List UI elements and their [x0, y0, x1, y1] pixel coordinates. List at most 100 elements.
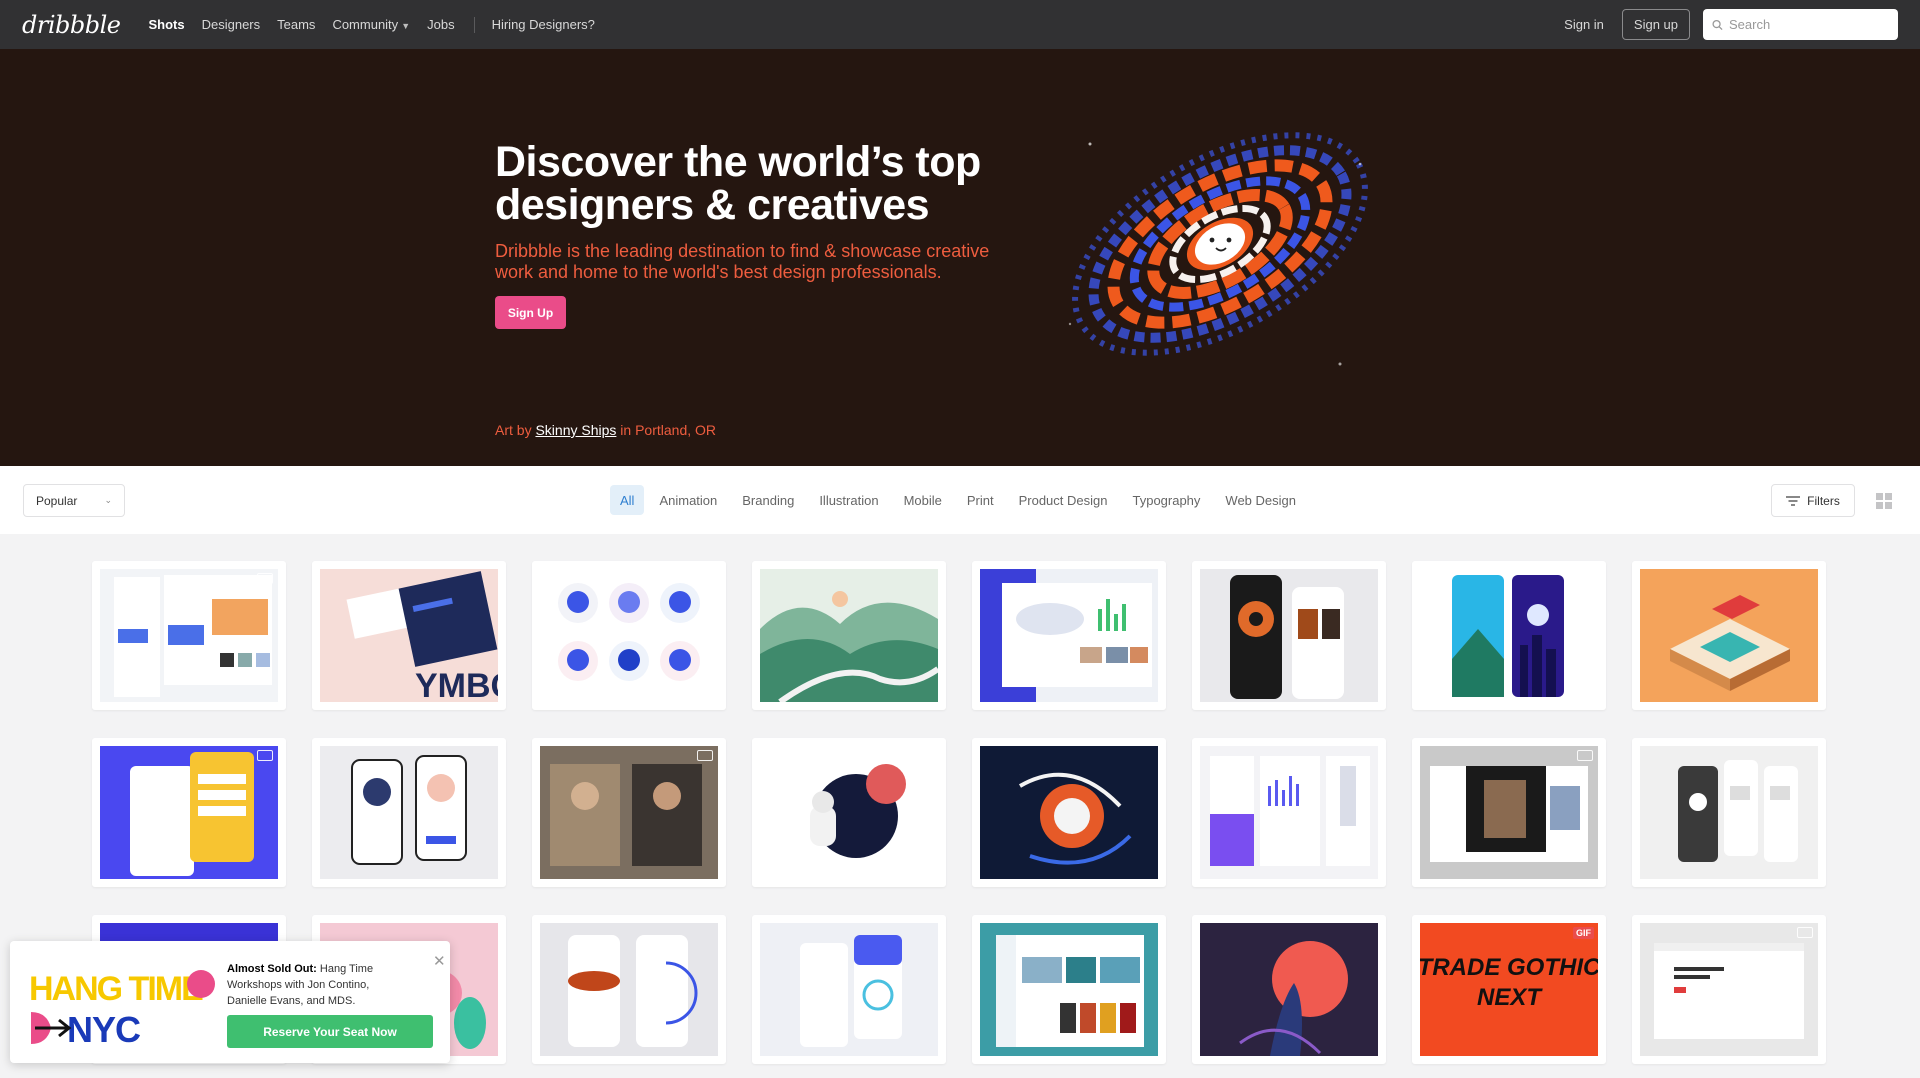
shot-card[interactable]: [1192, 738, 1386, 887]
finance-app-preview: [800, 935, 902, 1047]
shot-card[interactable]: [752, 915, 946, 1064]
nav-shots[interactable]: Shots: [148, 17, 184, 32]
shot-thumbnail: [1200, 923, 1378, 1056]
editorial-web-preview: [1430, 766, 1588, 862]
filters-label: Filters: [1807, 493, 1840, 508]
shot-card[interactable]: [972, 915, 1166, 1064]
video-badge-icon: [697, 750, 713, 761]
shot-thumbnail: [1420, 569, 1598, 702]
reserve-seat-button[interactable]: Reserve Your Seat Now: [227, 1015, 433, 1048]
grid-view-icon[interactable]: [1876, 493, 1892, 509]
sign-up-button[interactable]: Sign up: [1621, 9, 1690, 40]
shot-card[interactable]: [1632, 561, 1826, 710]
sort-dropdown-value: Popular: [36, 493, 78, 508]
tab-illustration[interactable]: Illustration: [809, 485, 888, 515]
sort-dropdown[interactable]: Popular ⌄: [23, 484, 125, 517]
shot-thumbnail: [1200, 746, 1378, 879]
vr-illustration: [1239, 941, 1348, 1056]
tab-mobile[interactable]: Mobile: [894, 485, 952, 515]
close-icon[interactable]: ✕: [433, 952, 446, 970]
shot-card[interactable]: [532, 915, 726, 1064]
tab-animation[interactable]: Animation: [649, 485, 727, 515]
shot-card[interactable]: [1412, 561, 1606, 710]
product-app-preview: [1678, 760, 1798, 862]
galaxy-illustration: [1068, 132, 1368, 366]
hang-time-nyc-logo: HANG TIME NYC: [27, 960, 219, 1048]
shot-card[interactable]: [92, 738, 286, 887]
website-mockup-preview: [1654, 943, 1804, 1039]
tab-product-design[interactable]: Product Design: [1009, 485, 1118, 515]
shot-card[interactable]: [312, 738, 506, 887]
category-tabs: All Animation Branding Illustration Mobi…: [610, 485, 1311, 515]
shot-thumbnail: [1640, 746, 1818, 879]
filters-button[interactable]: Filters: [1771, 484, 1855, 517]
promo-card: HANG TIME NYC Almost Sold Out: Hang Time…: [10, 941, 450, 1063]
shot-thumbnail: [760, 569, 938, 702]
promo-message: Almost Sold Out: Hang Time Workshops wit…: [227, 961, 407, 1009]
search-input[interactable]: [1729, 17, 1889, 32]
nav-community[interactable]: Community ▼: [332, 17, 410, 32]
hero-sign-up-button[interactable]: Sign Up: [495, 296, 566, 329]
nav-teams[interactable]: Teams: [277, 17, 315, 32]
shot-card[interactable]: TRADE GOTHIC NEXT GIF: [1412, 915, 1606, 1064]
weather-app-preview: [1452, 575, 1564, 697]
shot-thumbnail: [760, 746, 938, 879]
credit-prefix: Art by: [495, 422, 532, 438]
filter-bar: Popular ⌄ All Animation Branding Illustr…: [0, 466, 1920, 534]
landscape-illustration: [760, 569, 938, 702]
hero-art-credit: Art by Skinny Ships in Portland, OR: [495, 422, 716, 438]
hero-title-line-2: designers & creatives: [495, 181, 930, 229]
nav-hiring-designers[interactable]: Hiring Designers?: [492, 17, 595, 32]
svg-text:NYC: NYC: [67, 1009, 141, 1048]
poster-title-line-2: NEXT: [1477, 984, 1543, 1011]
shot-card[interactable]: [972, 561, 1166, 710]
shot-thumbnail: [1420, 746, 1598, 879]
shot-thumbnail: [100, 746, 278, 879]
shot-card[interactable]: [752, 738, 946, 887]
shot-card[interactable]: [532, 738, 726, 887]
header-actions: Sign in Sign up: [1564, 9, 1898, 40]
shot-card[interactable]: [972, 738, 1166, 887]
nav-divider: [473, 16, 475, 33]
shot-thumbnail: [540, 569, 718, 702]
svg-text:HANG TIME: HANG TIME: [29, 970, 203, 1008]
shot-thumbnail: [540, 923, 718, 1056]
tab-web-design[interactable]: Web Design: [1215, 485, 1306, 515]
calendar-app-preview: [130, 752, 254, 876]
shot-thumbnail: YMBC: [320, 569, 498, 702]
nav-jobs[interactable]: Jobs: [427, 17, 454, 32]
shot-card[interactable]: [532, 561, 726, 710]
search-box[interactable]: [1703, 9, 1898, 40]
shot-card[interactable]: [1632, 738, 1826, 887]
tab-typography[interactable]: Typography: [1122, 485, 1210, 515]
fashion-editorial-preview: [540, 746, 718, 879]
dribbble-logo[interactable]: dribbble: [22, 11, 121, 39]
tab-branding[interactable]: Branding: [732, 485, 804, 515]
video-badge-icon: [1577, 750, 1593, 761]
artist-link[interactable]: Skinny Ships: [535, 422, 616, 438]
promo-headline: Almost Sold Out:: [227, 963, 317, 975]
shot-card[interactable]: [1192, 561, 1386, 710]
shot-card[interactable]: YMBC: [312, 561, 506, 710]
space-character-illustration: [980, 746, 1158, 879]
analytics-app-preview: [1210, 756, 1370, 866]
poster-title-line-1: TRADE GOTHIC: [1420, 954, 1598, 981]
shot-card[interactable]: [92, 561, 286, 710]
tab-all[interactable]: All: [610, 485, 645, 515]
tab-print[interactable]: Print: [957, 485, 1004, 515]
nav-community-label: Community: [332, 17, 399, 32]
hero-banner: Discover the world’s top designers & cre…: [0, 49, 1920, 466]
shot-card[interactable]: [1412, 738, 1606, 887]
isometric-illustration: [1640, 569, 1818, 702]
credit-suffix: in Portland, OR: [620, 422, 717, 438]
shot-card[interactable]: [1192, 915, 1386, 1064]
shot-thumbnail: [1200, 569, 1378, 702]
travel-dashboard-preview: [996, 935, 1144, 1047]
sign-in-link[interactable]: Sign in: [1564, 17, 1604, 32]
shot-card[interactable]: [752, 561, 946, 710]
web-layout-preview: [114, 575, 272, 697]
filter-icon: [1786, 495, 1801, 506]
car-app-preview: [568, 935, 698, 1047]
shot-card[interactable]: [1632, 915, 1826, 1064]
nav-designers[interactable]: Designers: [202, 17, 261, 32]
